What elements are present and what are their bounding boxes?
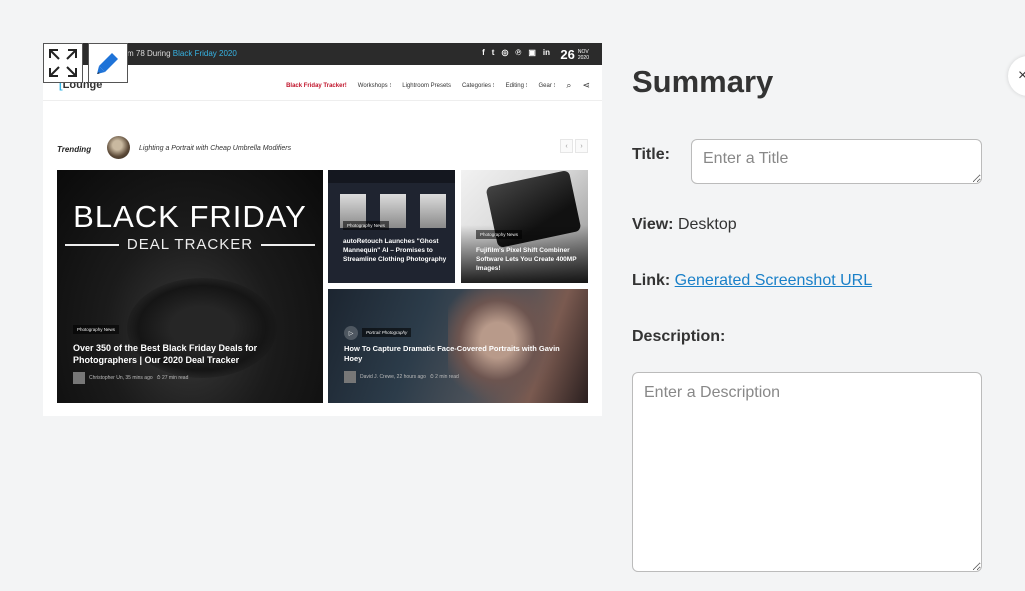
chevron-left-icon: ‹ <box>560 139 573 153</box>
pencil-icon <box>97 53 118 74</box>
description-label: Description: <box>632 328 726 345</box>
expand-icon <box>49 49 77 77</box>
trending-avatar <box>107 136 130 159</box>
site-date: 26 NOV 2020 <box>560 47 589 62</box>
title-label: Title: <box>632 146 670 163</box>
youtube-icon: ▣ <box>528 48 536 57</box>
article-card-black-friday: BLACK FRIDAY DEAL TRACKER Photography Ne… <box>57 170 323 403</box>
facebook-icon: f <box>482 48 485 57</box>
view-row: View: Desktop <box>632 216 737 234</box>
twitter-icon: t <box>491 48 495 57</box>
article-tag: Portrait Photography <box>362 328 412 337</box>
nav-categories: Categories ⁝ <box>461 83 495 89</box>
pinterest-icon: ℗ <box>515 48 522 57</box>
edit-button[interactable] <box>88 43 128 83</box>
play-icon: ▷ <box>344 326 358 340</box>
trending-bar: Trending Lighting a Portrait with Cheap … <box>57 136 588 162</box>
article-read-time: ⏱ 2 min read <box>429 374 459 380</box>
article-author: David J. Crewe, 22 hours ago <box>360 374 426 380</box>
article-tag: Photography News <box>476 230 523 239</box>
promo-highlight: Black Friday 2020 <box>172 49 237 58</box>
close-icon: × <box>1018 67 1025 84</box>
trending-label: Trending <box>57 145 92 154</box>
chevron-right-icon: › <box>575 139 588 153</box>
article-title: Fujifilm's Pixel Shift Combiner Software… <box>476 247 577 272</box>
author-avatar <box>73 372 85 384</box>
social-icons: f t ◎ ℗ ▣ in <box>482 48 550 57</box>
screenshot-preview: m 78 During Black Friday 2020 f t ◎ ℗ ▣ … <box>43 43 602 416</box>
nav-workshops: Workshops ⁝ <box>357 83 392 89</box>
article-tag: Photography News <box>73 325 120 334</box>
trending-headline: Lighting a Portrait with Cheap Umbrella … <box>139 145 292 152</box>
description-input[interactable] <box>632 372 982 572</box>
date-year: 2020 <box>577 54 589 61</box>
nav-black-friday: Black Friday Tracker! <box>286 82 347 89</box>
link-row: Link: Generated Screenshot URL <box>632 272 872 290</box>
article-title: How To Capture Dramatic Face-Covered Por… <box>344 344 560 363</box>
instagram-icon: ◎ <box>501 48 509 57</box>
screenshot-url-link[interactable]: Generated Screenshot URL <box>675 272 872 289</box>
article-tag: Photography News <box>343 221 390 230</box>
article-title: Over 350 of the Best Black Friday Deals … <box>73 343 258 365</box>
view-value: Desktop <box>677 216 737 233</box>
banner-line-2: DEAL TRACKER <box>65 236 316 253</box>
banner-line-2-text: DEAL TRACKER <box>126 236 254 253</box>
date-day: 26 <box>560 47 575 62</box>
article-card-autoretouch: Photography News autoRetouch Launches "G… <box>328 170 455 283</box>
article-title: autoRetouch Launches "Ghost Mannequin" A… <box>343 238 447 263</box>
article-meta: Christopher Un, 35 mins ago ⏱ 27 min rea… <box>73 372 188 384</box>
article-read-time: ⏱ 27 min read <box>156 375 189 381</box>
share-icon: ⋖ <box>582 80 590 90</box>
promo-prefix: m 78 During <box>127 49 173 58</box>
author-avatar <box>344 371 356 383</box>
article-card-fujifilm: Photography News Fujifilm's Pixel Shift … <box>461 170 588 283</box>
promo-text: m 78 During Black Friday 2020 <box>127 49 237 58</box>
expand-button[interactable] <box>43 43 83 83</box>
linkedin-icon: in <box>542 48 550 57</box>
site-nav-items: Black Friday Tracker! Workshops ⁝ Lightr… <box>286 80 590 91</box>
article-meta: David J. Crewe, 22 hours ago ⏱ 2 min rea… <box>344 371 459 383</box>
trending-arrows: ‹ › <box>560 139 588 153</box>
nav-gear: Gear ⁝ <box>538 83 556 89</box>
search-icon: ⌕ <box>566 80 572 90</box>
link-label: Link: <box>632 272 671 289</box>
view-label: View: <box>632 216 674 233</box>
article-card-portrait: ▷ Portrait Photography How To Capture Dr… <box>328 289 588 403</box>
close-button[interactable]: × <box>1008 56 1025 96</box>
article-author: Christopher Un, 35 mins ago <box>89 375 153 381</box>
mini-site-header <box>328 170 455 183</box>
title-input[interactable] <box>691 139 982 184</box>
nav-editing: Editing ⁝ <box>505 83 528 89</box>
banner-line-1: BLACK FRIDAY <box>73 199 307 234</box>
nav-lightroom-presets: Lightroom Presets <box>402 82 451 89</box>
summary-heading: Summary <box>632 64 774 99</box>
